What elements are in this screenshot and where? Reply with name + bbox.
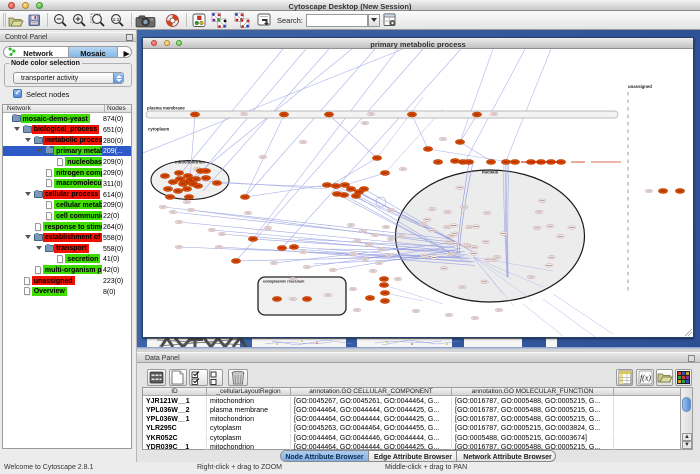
svg-text:f(x): f(x) <box>640 374 651 383</box>
svg-text:mitochondrion: mitochondrion <box>175 160 205 165</box>
svg-text:nucleus: nucleus <box>482 170 499 175</box>
svg-text:unassigned: unassigned <box>628 84 652 89</box>
svg-text:1:1: 1:1 <box>113 17 120 22</box>
svg-text:cytoplasm: cytoplasm <box>148 127 169 132</box>
svg-text:endoplasmic reticulum: endoplasmic reticulum <box>263 280 305 284</box>
svg-text:plasma membrane: plasma membrane <box>147 106 185 111</box>
